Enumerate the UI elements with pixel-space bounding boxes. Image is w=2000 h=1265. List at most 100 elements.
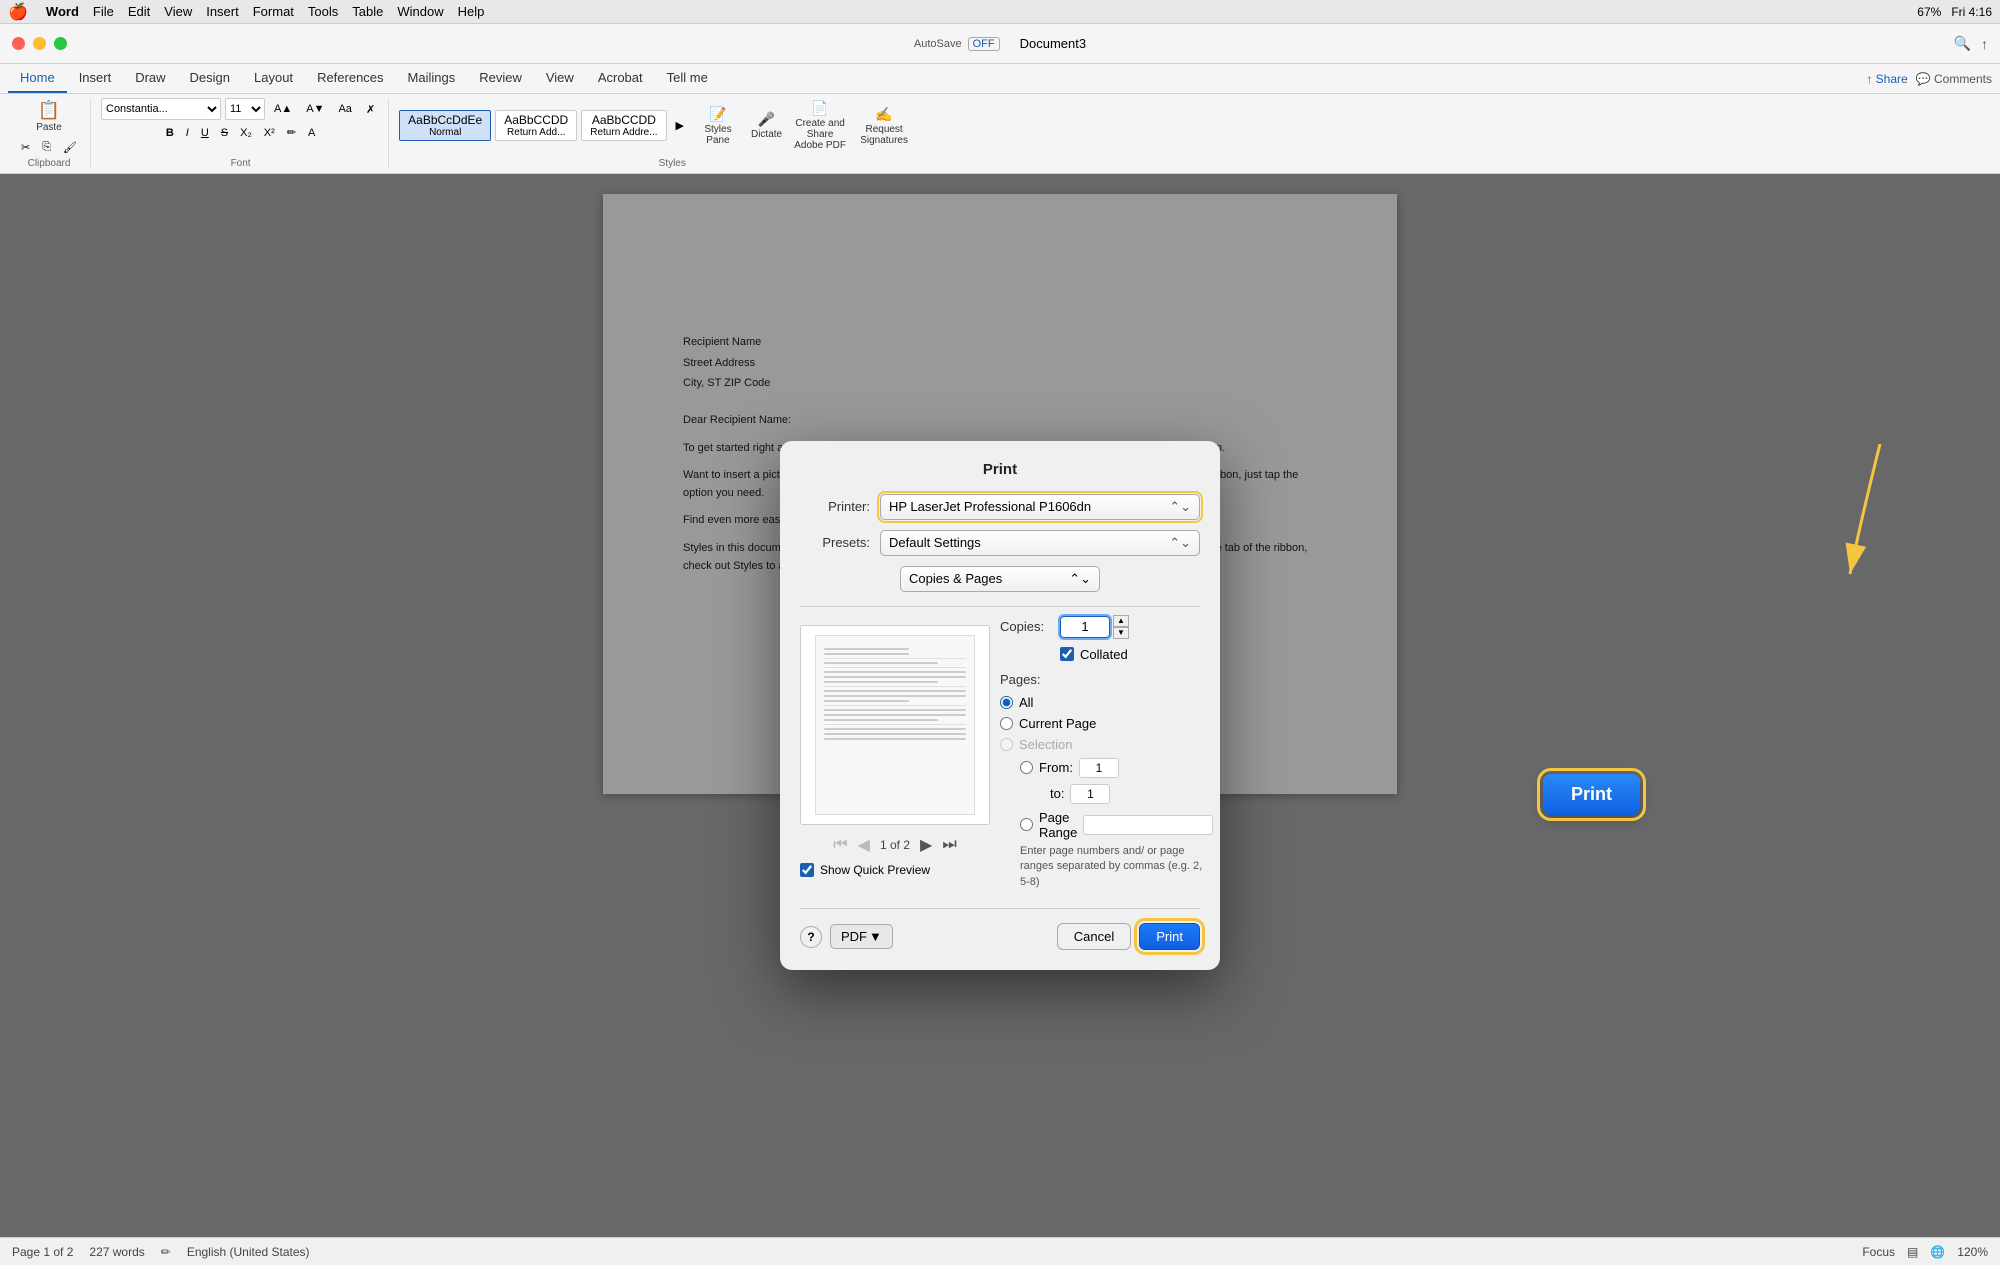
to-label: to: — [1050, 786, 1064, 801]
menubar-tools[interactable]: Tools — [308, 4, 338, 19]
tab-acrobat[interactable]: Acrobat — [586, 64, 655, 93]
search-icon[interactable]: 🔍 — [1954, 35, 1971, 52]
ribbon-content: 📋 Paste ✂ ⎘ 🖌 Clipboard Constantia... 11… — [0, 94, 2000, 173]
close-button[interactable] — [12, 37, 25, 50]
share-icon[interactable]: ↑ — [1981, 36, 1988, 52]
tab-view[interactable]: View — [534, 64, 586, 93]
minimize-button[interactable] — [33, 37, 46, 50]
statusbar-right: Focus ▤ 🌐 120% — [1862, 1245, 1988, 1259]
current-page-radio[interactable] — [1000, 717, 1013, 730]
floating-print-button[interactable]: Print — [1543, 774, 1640, 815]
copy-button[interactable]: ⎘ — [37, 139, 56, 156]
create-share-pdf-button[interactable]: 📄 Create and Share Adobe PDF — [790, 98, 850, 153]
menubar-insert[interactable]: Insert — [206, 4, 239, 19]
underline-button[interactable]: U — [196, 125, 214, 141]
selection-radio[interactable] — [1000, 738, 1013, 751]
menubar-window[interactable]: Window — [397, 4, 443, 19]
edit-icon[interactable]: ✏ — [161, 1245, 171, 1259]
focus-button[interactable]: Focus — [1862, 1245, 1895, 1259]
strikethrough-button[interactable]: S — [216, 125, 233, 141]
quick-preview-checkbox[interactable] — [800, 863, 814, 877]
maximize-button[interactable] — [54, 37, 67, 50]
tab-layout[interactable]: Layout — [242, 64, 305, 93]
cancel-button[interactable]: Cancel — [1057, 923, 1131, 950]
request-signatures-button[interactable]: ✍ Request Signatures — [854, 104, 914, 148]
page-range-input[interactable] — [1083, 815, 1213, 835]
tab-insert[interactable]: Insert — [67, 64, 124, 93]
tab-mailings[interactable]: Mailings — [396, 64, 468, 93]
help-button[interactable]: ? — [800, 926, 822, 948]
ribbon-group-styles: AaBbCcDdEe Normal AaBbCCDD Return Add...… — [391, 98, 953, 169]
font-color-button[interactable]: A — [303, 125, 320, 141]
styles-expand-button[interactable]: ▶ — [671, 117, 689, 134]
from-radio[interactable] — [1020, 761, 1033, 774]
menubar-help[interactable]: Help — [458, 4, 485, 19]
dialog-preview-panel: ⏮ ◀ 1 of 2 ▶ ⏭ Show Quick Preview — [800, 615, 990, 900]
superscript-button[interactable]: X² — [259, 125, 280, 141]
cut-button[interactable]: ✂ — [16, 139, 35, 156]
tab-home[interactable]: Home — [8, 64, 67, 93]
from-input[interactable] — [1079, 758, 1119, 778]
format-painter-button[interactable]: 🖌 — [58, 139, 82, 156]
italic-button[interactable]: I — [181, 125, 194, 141]
pdf-button[interactable]: PDF ▼ — [830, 924, 893, 949]
styles-pane-button[interactable]: 📝 Styles Pane — [693, 104, 743, 148]
radio-selection-row: Selection — [1000, 737, 1213, 752]
prev-first-button[interactable]: ⏮ — [833, 836, 847, 854]
increase-font-button[interactable]: A▲ — [269, 101, 297, 117]
subscript-button[interactable]: X₂ — [235, 125, 257, 141]
tab-design[interactable]: Design — [178, 64, 242, 93]
next-last-button[interactable]: ⏭ — [942, 836, 956, 854]
paste-button[interactable]: 📋 Paste — [32, 98, 66, 135]
next-button[interactable]: ▶ — [920, 835, 932, 855]
copies-input[interactable] — [1060, 616, 1110, 638]
all-radio[interactable] — [1000, 696, 1013, 709]
presets-select[interactable]: Default Settings ⌃⌄ — [880, 530, 1200, 556]
arrow-connector — [1830, 444, 1930, 594]
menubar-edit[interactable]: Edit — [128, 4, 150, 19]
layout-icon[interactable]: ▤ — [1907, 1245, 1918, 1259]
print-dialog-button[interactable]: Print — [1139, 923, 1200, 950]
share-ribbon-button[interactable]: ↑ Share — [1866, 72, 1907, 86]
web-layout-icon[interactable]: 🌐 — [1930, 1245, 1945, 1259]
quick-preview-label: Show Quick Preview — [820, 863, 930, 877]
font-family-select[interactable]: Constantia... — [101, 98, 221, 120]
section-select[interactable]: Copies & Pages ⌃⌄ — [900, 566, 1100, 592]
styles-label: Styles — [399, 158, 945, 169]
font-size-select[interactable]: 11 — [225, 98, 265, 120]
pages-section: Pages: All Current Page Selection — [1000, 672, 1213, 890]
copies-decrement-button[interactable]: ▼ — [1113, 627, 1129, 639]
menubar-view[interactable]: View — [164, 4, 192, 19]
change-case-button[interactable]: Aa — [333, 101, 356, 117]
dialog-bottom: ? PDF ▼ Cancel Print — [800, 923, 1200, 950]
style-return-addre[interactable]: AaBbCCDD Return Addre... — [581, 110, 666, 141]
tab-review[interactable]: Review — [467, 64, 534, 93]
to-input[interactable] — [1070, 784, 1110, 804]
copies-increment-button[interactable]: ▲ — [1113, 615, 1129, 627]
language[interactable]: English (United States) — [187, 1245, 310, 1259]
decrease-font-button[interactable]: A▼ — [301, 101, 329, 117]
style-return-add[interactable]: AaBbCCDD Return Add... — [495, 110, 577, 141]
menubar-file[interactable]: File — [93, 4, 114, 19]
menubar-word[interactable]: Word — [46, 4, 79, 19]
menubar-table[interactable]: Table — [352, 4, 383, 19]
titlebar: AutoSave OFF Document3 🔍 ↑ — [0, 24, 2000, 64]
quick-preview-row: Show Quick Preview — [800, 863, 990, 877]
tab-draw[interactable]: Draw — [123, 64, 177, 93]
dictate-button[interactable]: 🎤 Dictate — [747, 109, 786, 142]
prev-button[interactable]: ◀ — [858, 835, 870, 855]
menubar-format[interactable]: Format — [253, 4, 294, 19]
page-range-radio[interactable] — [1020, 818, 1033, 831]
clear-format-button[interactable]: ✗ — [361, 101, 380, 118]
bold-button[interactable]: B — [161, 125, 179, 141]
tab-tell-me[interactable]: Tell me — [655, 64, 720, 93]
apple-menu[interactable]: 🍎 — [8, 2, 28, 22]
preview-lines — [816, 636, 974, 755]
comments-ribbon-button[interactable]: 💬 Comments — [1916, 72, 1992, 86]
collated-checkbox[interactable] — [1060, 647, 1074, 661]
tab-references[interactable]: References — [305, 64, 395, 93]
printer-select[interactable]: HP LaserJet Professional P1606dn ⌃⌄ — [880, 494, 1200, 520]
highlight-button[interactable]: ✏ — [282, 124, 301, 141]
autosave-toggle[interactable]: OFF — [968, 37, 1000, 51]
style-normal[interactable]: AaBbCcDdEe Normal — [399, 110, 491, 141]
